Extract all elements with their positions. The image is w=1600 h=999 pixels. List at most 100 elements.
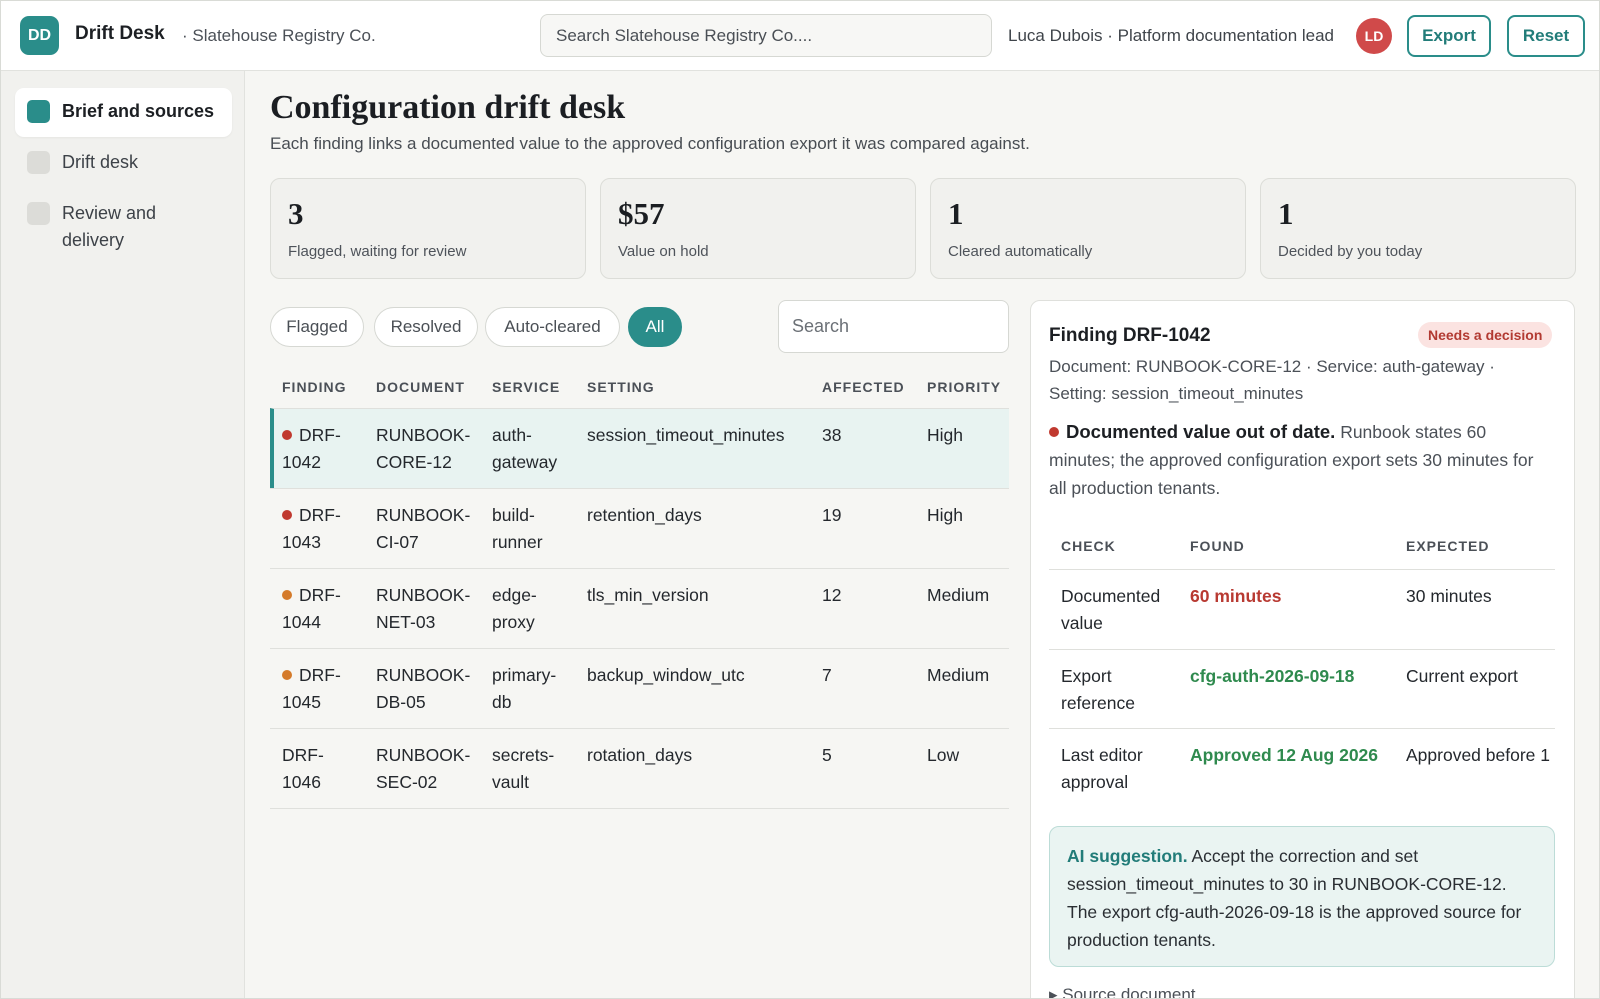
priority-dot-icon: [1049, 427, 1059, 437]
status-badge: Needs a decision: [1418, 322, 1553, 348]
priority-dot-icon: [282, 670, 292, 680]
setting-cell: retention_days: [587, 505, 702, 525]
column-header-expected: EXPECTED: [1406, 538, 1490, 554]
ai-suggestion-label: AI suggestion.: [1067, 846, 1188, 866]
reset-button[interactable]: Reset: [1507, 15, 1585, 57]
table-row[interactable]: DRF-1046 RUNBOOK-SEC-02 secrets-vault ro…: [270, 728, 1009, 808]
check-name: Export reference: [1061, 666, 1135, 713]
finding-headline: Documented value out of date.: [1066, 421, 1336, 442]
stat-card-value-on-hold: $57 Value on hold: [600, 178, 916, 279]
priority-dot-icon: [282, 590, 292, 600]
nav-status-icon: [27, 202, 50, 225]
page-subtitle: Each finding links a documented value to…: [270, 134, 1030, 153]
priority-cell: High: [927, 425, 963, 445]
filter-chip-flagged[interactable]: Flagged: [270, 307, 364, 347]
app-name: Drift Desk: [75, 23, 165, 44]
org-name: · Slatehouse Registry Co.: [182, 26, 376, 45]
setting-cell: backup_window_utc: [587, 665, 745, 685]
finding-summary: Documented value out of date. Runbook st…: [1049, 418, 1549, 502]
finding-cell: DRF-1045: [282, 662, 362, 716]
finding-id: DRF-1046: [282, 745, 324, 792]
stat-card-flagged: 3 Flagged, waiting for review: [270, 178, 586, 279]
app-window: DD Drift Desk · Slatehouse Registry Co. …: [0, 0, 1600, 999]
avatar[interactable]: LD: [1356, 18, 1392, 54]
stat-card-cleared: 1 Cleared automatically: [930, 178, 1246, 279]
sidebar-item-brief-and-sources[interactable]: Brief and sources: [15, 88, 232, 137]
stat-value: $57: [618, 196, 665, 231]
source-document-toggle[interactable]: ▸ Source document: [1049, 985, 1196, 998]
priority-cell: Medium: [927, 585, 990, 605]
finding-cell: DRF-1044: [282, 582, 362, 636]
setting-cell: rotation_days: [587, 745, 693, 765]
priority-cell: Low: [927, 745, 960, 765]
filter-chip-all[interactable]: All: [628, 307, 682, 347]
finding-cell: DRF-1042: [282, 422, 362, 476]
column-header-check: CHECK: [1061, 538, 1116, 554]
stat-value: 3: [288, 196, 304, 231]
stat-label: Flagged, waiting for review: [288, 243, 467, 260]
check-expected: Approved before 1: [1406, 745, 1550, 765]
priority-cell: Medium: [927, 665, 990, 685]
export-button[interactable]: Export: [1407, 15, 1491, 57]
column-header-setting[interactable]: SETTING: [587, 379, 655, 395]
document-cell: RUNBOOK-SEC-02: [376, 745, 471, 792]
check-row: Documented value 60 minutes 30 minutes: [1049, 569, 1555, 649]
stat-value: 1: [948, 196, 964, 231]
user-label: Luca Dubois · Platform documentation lea…: [1008, 26, 1335, 45]
stat-label: Decided by you today: [1278, 243, 1423, 260]
sidebar: Brief and sources Drift desk Review and …: [1, 71, 245, 998]
column-header-priority[interactable]: PRIORITY: [927, 379, 1001, 395]
top-bar: DD Drift Desk · Slatehouse Registry Co. …: [1, 1, 1599, 71]
sidebar-item-drift-desk[interactable]: Drift desk: [15, 139, 232, 188]
priority-dot-icon: [282, 430, 292, 440]
stat-label: Cleared automatically: [948, 243, 1093, 260]
column-header-found: FOUND: [1190, 538, 1245, 554]
table-row[interactable]: DRF-1042 RUNBOOK-CORE-12 auth-gateway se…: [270, 408, 1009, 488]
stat-card-decided: 1 Decided by you today: [1260, 178, 1576, 279]
stat-value: 1: [1278, 196, 1294, 231]
finding-title: Finding DRF-1042: [1049, 325, 1211, 346]
service-cell: edge-proxy: [492, 585, 537, 632]
check-name: Documented value: [1061, 586, 1161, 633]
filter-chip-auto-cleared[interactable]: Auto-cleared: [485, 307, 620, 347]
check-found: 60 minutes: [1190, 586, 1282, 606]
nav-status-icon: [27, 100, 50, 123]
filter-chip-resolved[interactable]: Resolved: [374, 307, 478, 347]
check-row: Export reference cfg-auth-2026-09-18 Cur…: [1049, 649, 1555, 728]
document-cell: RUNBOOK-CORE-12: [376, 425, 471, 472]
table-row[interactable]: DRF-1044 RUNBOOK-NET-03 edge-proxy tls_m…: [270, 568, 1009, 648]
affected-cell: 38: [822, 425, 842, 445]
table-row[interactable]: DRF-1043 RUNBOOK-CI-07 build-runner rete…: [270, 488, 1009, 568]
column-header-service[interactable]: SERVICE: [492, 379, 560, 395]
priority-dot-icon: [282, 510, 292, 520]
document-cell: RUNBOOK-CI-07: [376, 505, 471, 552]
affected-cell: 12: [822, 585, 842, 605]
column-header-finding[interactable]: FINDING: [282, 379, 347, 395]
check-row: Last editor approval Approved 12 Aug 202…: [1049, 728, 1555, 808]
service-cell: primary-db: [492, 665, 557, 712]
finding-cell: DRF-1043: [282, 502, 362, 556]
column-header-document[interactable]: DOCUMENT: [376, 379, 465, 395]
app-logo: DD: [20, 16, 59, 55]
affected-cell: 7: [822, 665, 832, 685]
column-header-affected[interactable]: AFFECTED: [822, 379, 905, 395]
sidebar-item-review-and-delivery[interactable]: Review and delivery: [15, 190, 232, 266]
table-search-input[interactable]: [778, 300, 1009, 353]
sidebar-item-label: Review and delivery: [62, 203, 157, 250]
ai-suggestion: AI suggestion. Accept the correction and…: [1049, 826, 1555, 967]
table-divider: [270, 808, 1009, 809]
sidebar-item-label: Brief and sources: [62, 101, 215, 121]
check-found: cfg-auth-2026-09-18: [1190, 666, 1355, 686]
affected-cell: 19: [822, 505, 842, 525]
service-cell: build-runner: [492, 505, 543, 552]
check-expected: 30 minutes: [1406, 586, 1492, 606]
page-title: Configuration drift desk: [270, 89, 626, 126]
check-expected: Current export: [1406, 666, 1518, 686]
finding-detail-panel: Finding DRF-1042 Needs a decision Docume…: [1030, 300, 1575, 998]
service-cell: secrets-vault: [492, 745, 555, 792]
priority-cell: High: [927, 505, 963, 525]
global-search-input[interactable]: [540, 14, 992, 57]
table-row[interactable]: DRF-1045 RUNBOOK-DB-05 primary-db backup…: [270, 648, 1009, 728]
setting-cell: session_timeout_minutes: [587, 425, 785, 445]
service-cell: auth-gateway: [492, 425, 558, 472]
